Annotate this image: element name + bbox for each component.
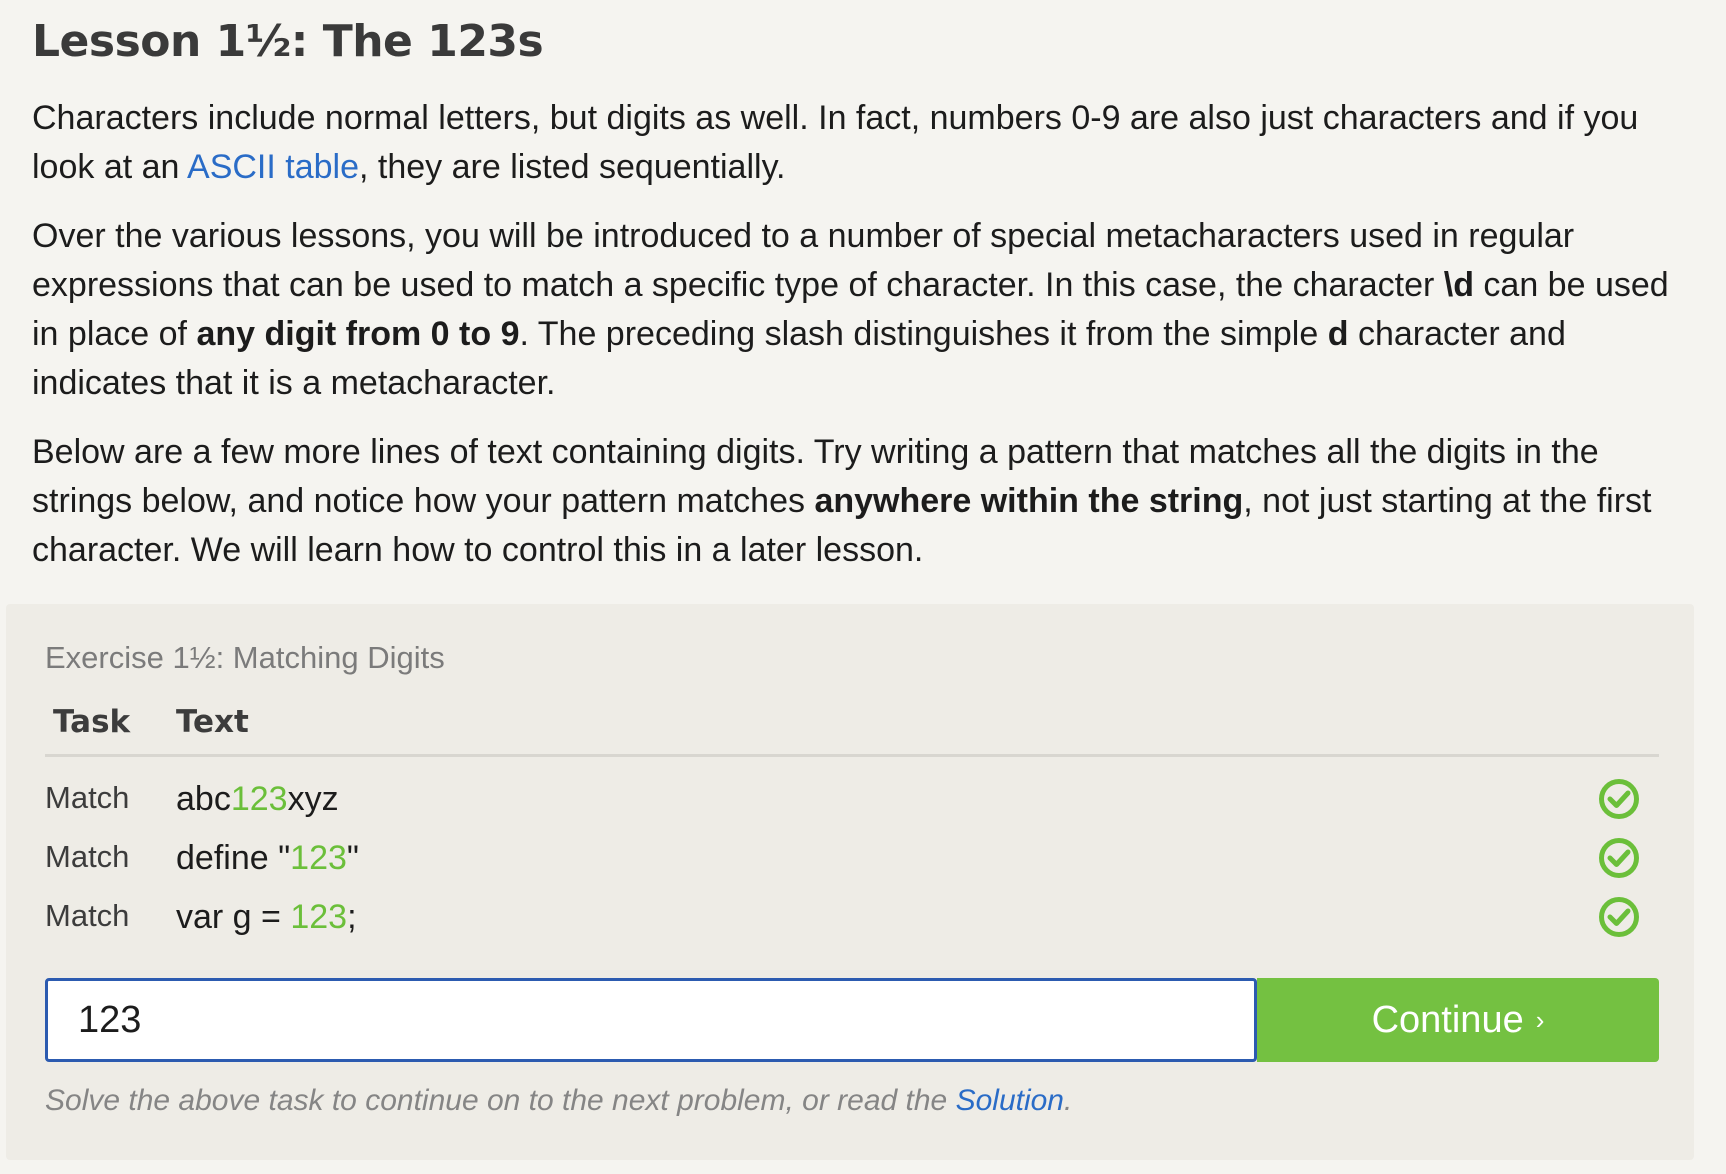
hint-text-before: Solve the above task to continue on to t… xyxy=(45,1084,956,1117)
matched-text: 123 xyxy=(290,898,348,936)
text-post: ; xyxy=(347,898,357,936)
row-text: var g = 123; xyxy=(176,898,357,937)
row-text: abc123xyz xyxy=(176,780,339,819)
regex-pattern-input[interactable] xyxy=(45,978,1257,1062)
check-circle-icon xyxy=(1599,838,1639,878)
p3-bold-anywhere: anywhere within the string xyxy=(814,482,1244,520)
p2-bold-d: d xyxy=(1327,315,1349,353)
text-column-header: Text xyxy=(176,704,249,740)
header-divider xyxy=(45,754,1659,757)
ascii-table-link[interactable]: ASCII table xyxy=(187,148,359,186)
exercise-hint: Solve the above task to continue on to t… xyxy=(45,1084,1072,1118)
table-row: Match define "123" xyxy=(6,831,1694,889)
continue-button[interactable]: Continue › xyxy=(1257,978,1659,1062)
solution-link[interactable]: Solution xyxy=(956,1084,1064,1117)
exercise-panel: Exercise 1½: Matching Digits Task Text M… xyxy=(6,604,1694,1160)
hint-text-after: . xyxy=(1064,1084,1073,1117)
task-label: Match xyxy=(45,898,130,933)
check-circle-icon xyxy=(1599,779,1639,819)
lesson-paragraph-2: Over the various lessons, you will be in… xyxy=(32,212,1692,408)
p2-bold-digit-range: any digit from 0 to 9 xyxy=(196,315,520,353)
lesson-title: Lesson 1½: The 123s xyxy=(32,16,544,67)
matched-text: 123 xyxy=(230,780,288,818)
lesson-paragraph-1: Characters include normal letters, but d… xyxy=(32,94,1692,192)
exercise-title: Exercise 1½: Matching Digits xyxy=(45,640,445,675)
table-row: Match abc123xyz xyxy=(6,772,1694,830)
table-row: Match var g = 123; xyxy=(6,890,1694,948)
chevron-right-icon: › xyxy=(1535,1004,1545,1035)
p2-text-3: . The preceding slash distinguishes it f… xyxy=(519,315,1328,353)
task-label: Match xyxy=(45,839,130,874)
check-circle-icon xyxy=(1599,897,1639,937)
text-pre: var g = xyxy=(176,898,291,936)
p2-bold-metachar: \d xyxy=(1443,266,1474,304)
text-pre: define " xyxy=(176,839,291,877)
lesson-content: Lesson 1½: The 123s Characters include n… xyxy=(32,8,1692,575)
task-label: Match xyxy=(45,780,130,815)
lesson-paragraph-3: Below are a few more lines of text conta… xyxy=(32,428,1692,575)
text-pre: abc xyxy=(176,780,231,818)
row-text: define "123" xyxy=(176,839,359,878)
p1-text-after: , they are listed sequentially. xyxy=(359,148,786,186)
continue-label: Continue xyxy=(1371,998,1524,1041)
text-post: " xyxy=(346,839,359,877)
text-post: xyz xyxy=(287,780,339,818)
matched-text: 123 xyxy=(290,839,347,877)
p2-text-1: Over the various lessons, you will be in… xyxy=(32,217,1575,304)
task-column-header: Task xyxy=(53,704,131,740)
